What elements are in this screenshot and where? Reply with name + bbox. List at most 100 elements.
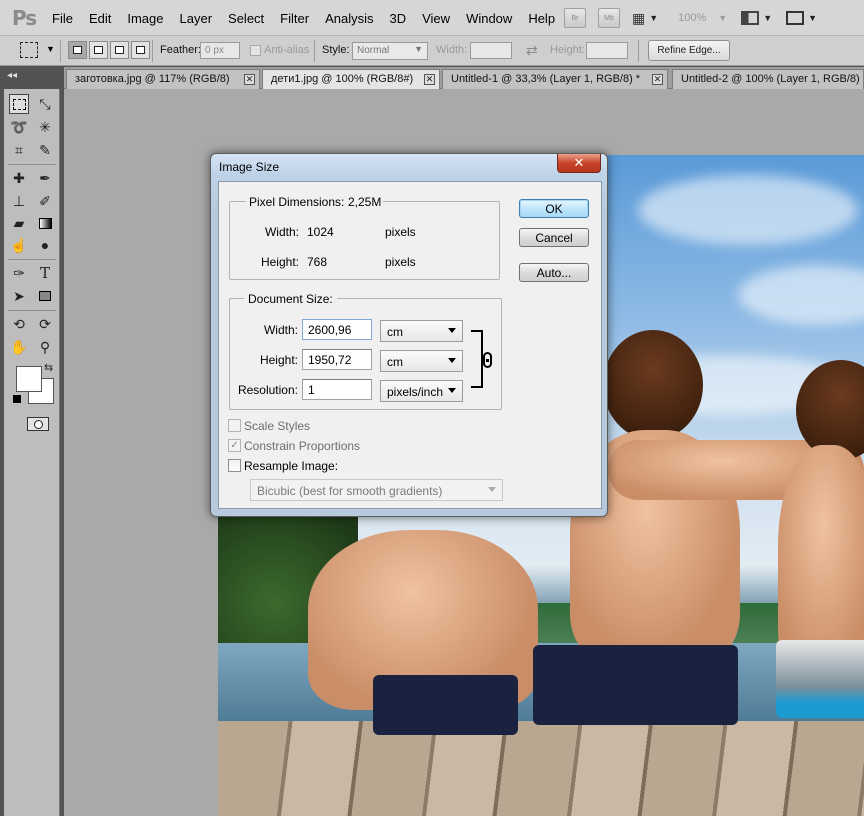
magic-wand-tool-icon[interactable]: ✳	[35, 117, 55, 137]
chevron-down-icon[interactable]: ▼	[763, 13, 772, 23]
resample-method-select[interactable]: Bicubic (best for smooth gradients)	[250, 479, 503, 501]
menu-select[interactable]: Select	[220, 11, 272, 26]
resolution-unit-select[interactable]: pixels/inch	[380, 380, 463, 402]
selection-modes	[68, 41, 152, 59]
marquee-tool-preset-icon[interactable]	[20, 42, 38, 58]
brush-tool-icon[interactable]: ✒	[35, 168, 55, 188]
chevron-down-icon[interactable]: ▼	[649, 13, 658, 23]
collapse-panel-icon[interactable]: ◂◂	[7, 70, 17, 81]
quick-mask-icon[interactable]	[27, 417, 49, 431]
screen-mode-icon[interactable]	[786, 11, 805, 25]
close-button[interactable]: ✕	[557, 154, 601, 173]
blur-tool-icon[interactable]: ☝	[9, 235, 29, 255]
tab-document-4[interactable]: Untitled-2 @ 100% (Layer 1, RGB/8)	[672, 69, 864, 89]
menu-view[interactable]: View	[414, 11, 458, 26]
tab-label: Untitled-1 @ 33,3% (Layer 1, RGB/8) *	[451, 73, 641, 85]
doc-height-input[interactable]: 1950,72	[302, 349, 372, 370]
resolution-unit: pixels/inch	[387, 385, 444, 399]
move-tool-icon[interactable]: ⤡	[35, 94, 55, 114]
dialog-title: Image Size	[219, 160, 280, 174]
default-colors-icon[interactable]	[13, 395, 21, 403]
healing-brush-tool-icon[interactable]: ✚	[9, 168, 29, 188]
close-icon[interactable]: ✕	[424, 74, 435, 85]
launch-mini-bridge-button[interactable]: Mb	[598, 8, 620, 28]
subtract-from-selection-button[interactable]	[110, 41, 129, 59]
menu-window[interactable]: Window	[458, 11, 520, 26]
cancel-button[interactable]: Cancel	[519, 228, 589, 247]
add-to-selection-button[interactable]	[89, 41, 108, 59]
pen-tool-icon[interactable]: ✑	[9, 263, 29, 283]
tab-document-2[interactable]: дети1.jpg @ 100% (RGB/8#) ✕	[262, 69, 440, 89]
close-icon[interactable]: ✕	[652, 74, 663, 85]
scale-styles-checkbox[interactable]	[228, 419, 241, 432]
menu-edit[interactable]: Edit	[81, 11, 119, 26]
rectangular-marquee-tool-icon[interactable]	[9, 94, 29, 114]
refine-edge-button[interactable]: Refine Edge...	[648, 40, 730, 61]
chevron-down-icon	[448, 388, 456, 393]
menu-analysis[interactable]: Analysis	[317, 11, 381, 26]
history-brush-tool-icon[interactable]: ✐	[35, 191, 55, 211]
resample-image-checkbox[interactable]	[228, 459, 241, 472]
foreground-color-swatch[interactable]	[16, 366, 42, 392]
type-tool-icon[interactable]: T	[35, 263, 55, 283]
3d-rotate-tool-icon[interactable]: ⟲	[9, 314, 29, 334]
constrain-proportions-checkbox[interactable]: ✓	[228, 439, 241, 452]
chevron-down-icon	[488, 487, 496, 492]
launch-bridge-button[interactable]: Br	[564, 8, 586, 28]
arrange-documents-icon[interactable]	[741, 11, 760, 25]
ok-button[interactable]: OK	[519, 199, 589, 218]
crop-tool-icon[interactable]: ⌗	[9, 140, 29, 160]
dodge-tool-icon[interactable]: ●	[35, 235, 55, 255]
divider	[8, 259, 56, 260]
chevron-down-icon[interactable]: ▼	[46, 44, 55, 54]
antialias-label: Anti-alias	[264, 44, 310, 56]
tab-label: заготовка.jpg @ 117% (RGB/8)	[75, 73, 230, 85]
auto-button[interactable]: Auto...	[519, 263, 589, 282]
gradient-tool-icon[interactable]	[35, 213, 55, 233]
rectangle-shape-tool-icon[interactable]	[35, 286, 55, 306]
photoshop-logo: Ps	[12, 6, 37, 30]
swap-icon[interactable]: ⇄	[526, 42, 538, 59]
zoom-level[interactable]: 100%	[678, 12, 706, 24]
antialias-checkbox[interactable]	[250, 45, 261, 56]
menu-3d[interactable]: 3D	[381, 11, 414, 26]
eraser-tool-icon[interactable]: ▰	[9, 213, 29, 233]
resolution-input[interactable]: 1	[302, 379, 372, 400]
doc-height-unit-select[interactable]: cm	[380, 350, 463, 372]
style-label: Style:	[322, 44, 350, 56]
intersect-selection-button[interactable]	[131, 41, 150, 59]
menu-layer[interactable]: Layer	[172, 11, 221, 26]
resample-method-value: Bicubic (best for smooth gradients)	[257, 484, 443, 498]
doc-width-input[interactable]: 2600,96	[302, 319, 372, 340]
divider	[60, 40, 61, 62]
chevron-down-icon[interactable]: ▼	[808, 13, 817, 23]
main-menu: File Edit Image Layer Select Filter Anal…	[44, 0, 563, 36]
3d-orbit-tool-icon[interactable]: ⟳	[35, 314, 55, 334]
swap-colors-icon[interactable]: ⇆	[44, 361, 53, 374]
menu-image[interactable]: Image	[119, 11, 171, 26]
tab-document-1[interactable]: заготовка.jpg @ 117% (RGB/8) ✕	[66, 69, 260, 89]
hand-tool-icon[interactable]: ✋	[9, 337, 29, 357]
tools-panel-header[interactable]: ◂◂	[0, 67, 64, 89]
clone-stamp-tool-icon[interactable]: ⊥	[9, 191, 29, 211]
path-selection-tool-icon[interactable]: ➤	[9, 286, 29, 306]
feather-input[interactable]: 0 px	[200, 42, 240, 59]
zoom-tool-icon[interactable]: ⚲	[35, 337, 55, 357]
doc-width-unit-select[interactable]: cm	[380, 320, 463, 342]
chevron-down-icon[interactable]: ▼	[718, 13, 727, 23]
menu-file[interactable]: File	[44, 11, 81, 26]
menu-help[interactable]: Help	[520, 11, 563, 26]
height-input[interactable]	[586, 42, 628, 59]
eyedropper-tool-icon[interactable]: ✎	[35, 140, 55, 160]
style-select[interactable]: Normal ▼	[352, 42, 428, 60]
lasso-tool-icon[interactable]: ➰	[9, 117, 29, 137]
tab-document-3[interactable]: Untitled-1 @ 33,3% (Layer 1, RGB/8) * ✕	[442, 69, 668, 89]
view-extras-icon[interactable]: ▦	[632, 10, 645, 27]
divider	[152, 40, 153, 62]
width-input[interactable]	[470, 42, 512, 59]
feather-label: Feather:	[160, 44, 201, 56]
new-selection-button[interactable]	[68, 41, 87, 59]
menu-filter[interactable]: Filter	[272, 11, 317, 26]
pixel-height-unit: pixels	[385, 255, 416, 269]
close-icon[interactable]: ✕	[244, 74, 255, 85]
